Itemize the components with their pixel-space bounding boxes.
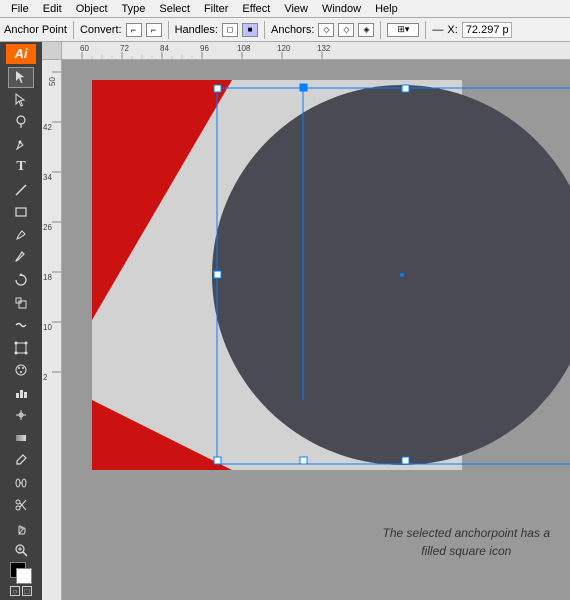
vertical-ruler: 50 42 34 26 18 10 2 <box>42 42 62 600</box>
handles-label: Handles: <box>175 24 218 36</box>
separator-1 <box>73 21 74 39</box>
toolbox: Ai T <box>0 42 42 600</box>
type-tool[interactable]: T <box>8 157 34 179</box>
svg-text:50: 50 <box>48 77 57 86</box>
x-value-input[interactable] <box>462 22 512 38</box>
symbol-tool[interactable] <box>8 359 34 381</box>
menu-filter[interactable]: Filter <box>197 3 235 15</box>
svg-text:84: 84 <box>160 44 169 53</box>
ai-logo: Ai <box>6 44 36 64</box>
menu-type[interactable]: Type <box>115 3 153 15</box>
handles-btn-2[interactable]: ■ <box>242 23 258 37</box>
gradient-tool[interactable] <box>8 427 34 449</box>
menu-bar: File Edit Object Type Select Filter Effe… <box>0 0 570 18</box>
svg-text:96: 96 <box>200 44 209 53</box>
menu-window[interactable]: Window <box>315 3 368 15</box>
menu-object[interactable]: Object <box>69 3 115 15</box>
annotation-text: The selected anchorpoint has a filled sq… <box>383 524 550 560</box>
separator-4 <box>380 21 381 39</box>
convert-label: Convert: <box>80 24 122 36</box>
svg-text:10: 10 <box>43 323 52 332</box>
blend-tool[interactable] <box>8 472 34 494</box>
svg-text:42: 42 <box>43 123 52 132</box>
convert-btn-1[interactable]: ⌐ <box>126 23 142 37</box>
column-graph-tool[interactable] <box>8 382 34 404</box>
paintbrush-tool[interactable] <box>8 247 34 269</box>
svg-text:120: 120 <box>277 44 291 53</box>
anchors-btn-3[interactable]: ◈ <box>358 23 374 37</box>
direct-selection-tool[interactable] <box>8 89 34 111</box>
x-coord-label: — <box>432 24 443 36</box>
free-transform-tool[interactable] <box>8 337 34 359</box>
anchors-btn-2[interactable]: ◇ <box>338 23 354 37</box>
hand-tool[interactable] <box>8 517 34 539</box>
anchor-point-label: Anchor Point <box>4 24 67 36</box>
pencil-tool[interactable] <box>8 224 34 246</box>
handles-btn-1[interactable]: ◻ <box>222 23 238 37</box>
separator-5 <box>425 21 426 39</box>
rotate-tool[interactable] <box>8 269 34 291</box>
menu-file[interactable]: File <box>4 3 36 15</box>
svg-text:34: 34 <box>43 173 52 182</box>
svg-text:26: 26 <box>43 223 52 232</box>
transform-btn[interactable]: ⊞▾ <box>387 23 419 37</box>
scale-tool[interactable] <box>8 292 34 314</box>
separator-2 <box>168 21 169 39</box>
svg-text:18: 18 <box>43 273 52 282</box>
line-tool[interactable] <box>8 179 34 201</box>
pen-tool[interactable] <box>8 134 34 156</box>
separator-3 <box>264 21 265 39</box>
svg-text:132: 132 <box>317 44 331 53</box>
anchors-btn-1[interactable]: ◇ <box>318 23 334 37</box>
menu-edit[interactable]: Edit <box>36 3 69 15</box>
zoom-tool[interactable] <box>8 539 34 561</box>
selection-tool[interactable] <box>8 67 34 89</box>
drawing-area[interactable]: The selected anchorpoint has a filled sq… <box>62 60 570 600</box>
svg-text:60: 60 <box>80 44 89 53</box>
ruler-corner <box>42 42 62 60</box>
menu-view[interactable]: View <box>277 3 315 15</box>
menu-effect[interactable]: Effect <box>235 3 277 15</box>
x-label: X: <box>447 24 457 36</box>
stroke-fill-toggle: ○ □ <box>10 586 32 596</box>
toolbar: Anchor Point Convert: ⌐ ⌐ Handles: ◻ ■ A… <box>0 18 570 42</box>
menu-select[interactable]: Select <box>152 3 197 15</box>
anchors-label: Anchors: <box>271 24 314 36</box>
mesh-tool[interactable] <box>8 404 34 426</box>
svg-text:2: 2 <box>43 373 48 382</box>
main-area: Ai T <box>0 42 570 600</box>
eyedropper-tool[interactable] <box>8 449 34 471</box>
color-swatches[interactable] <box>10 562 32 584</box>
svg-text:72: 72 <box>120 44 129 53</box>
lasso-tool[interactable] <box>8 112 34 134</box>
warp-tool[interactable] <box>8 314 34 336</box>
menu-help[interactable]: Help <box>368 3 405 15</box>
convert-btn-2[interactable]: ⌐ <box>146 23 162 37</box>
svg-text:108: 108 <box>237 44 251 53</box>
horizontal-ruler: 60 72 84 96 108 120 132 <box>62 42 570 60</box>
scissors-tool[interactable] <box>8 494 34 516</box>
rectangle-tool[interactable] <box>8 202 34 224</box>
canvas-area: 60 72 84 96 108 120 132 <box>42 42 570 600</box>
